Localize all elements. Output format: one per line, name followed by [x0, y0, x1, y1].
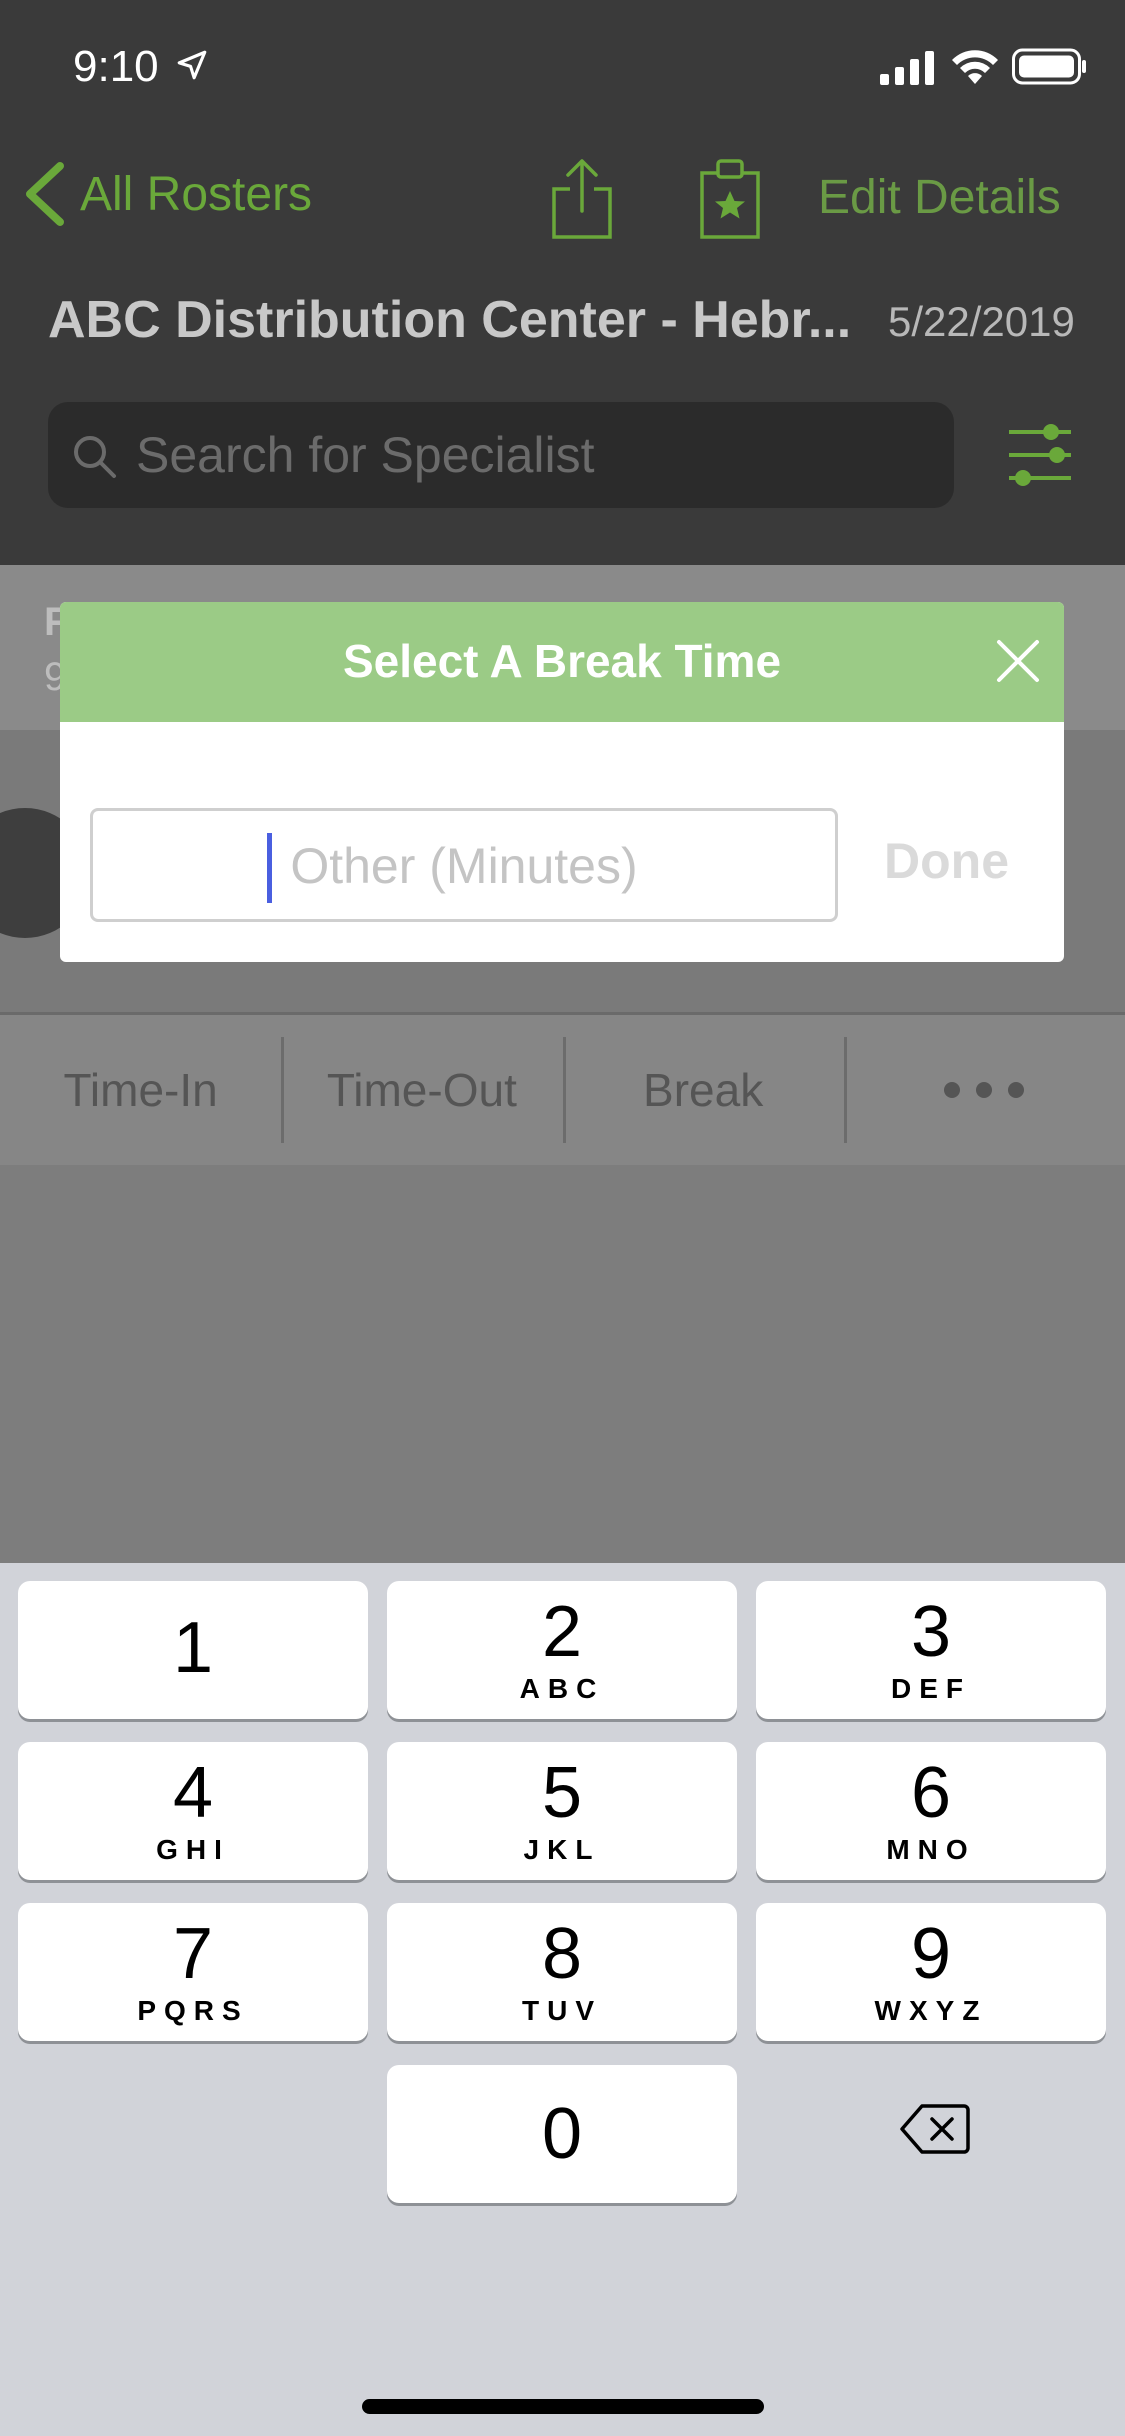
app-header: 9:10 All Rosters Edit Details ABC Distri…: [0, 0, 1125, 565]
clipboard-star-icon[interactable]: [698, 155, 762, 241]
text-caret: [267, 833, 272, 903]
share-icon[interactable]: [550, 155, 614, 241]
home-indicator[interactable]: [362, 2399, 764, 2414]
dot: [976, 1082, 993, 1098]
key-number: 0: [541, 2094, 583, 2174]
key-number: 7: [172, 1914, 214, 1994]
close-icon[interactable]: [995, 638, 1041, 684]
tab-break[interactable]: Break: [562, 1015, 844, 1165]
key-number: 1: [172, 1608, 214, 1688]
signal-icon: [880, 51, 934, 85]
key-letters: DEF: [891, 1673, 971, 1704]
tab-time-out[interactable]: Time-Out: [281, 1015, 562, 1165]
key-7[interactable]: 7 PQRS: [18, 1903, 368, 2041]
key-number: 3: [910, 1592, 952, 1672]
location-arrow-icon: [177, 50, 207, 80]
key-letters: MNO: [886, 1834, 976, 1865]
key-5[interactable]: 5 JKL: [387, 1742, 737, 1880]
wifi-icon: [952, 50, 998, 84]
key-letters: TUV: [522, 1995, 602, 2026]
status-time: 9:10: [73, 42, 159, 91]
numeric-keypad: 1 2 ABC 3 DEF 4 GHI 5 JKL 6 MNO 7 PQRS 8…: [0, 1563, 1125, 2436]
back-button-label: All Rosters: [80, 167, 313, 221]
key-number: 2: [541, 1592, 583, 1672]
key-letters: PQRS: [137, 1995, 249, 2026]
search-input[interactable]: Search for Specialist: [48, 402, 954, 508]
modal-header: Select A Break Time: [60, 602, 1064, 722]
key-8[interactable]: 8 TUV: [387, 1903, 737, 2041]
key-6[interactable]: 6 MNO: [756, 1742, 1106, 1880]
key-9[interactable]: 9 WXYZ: [756, 1903, 1106, 2041]
key-number: 5: [541, 1753, 583, 1833]
backspace-icon[interactable]: [900, 2103, 970, 2155]
search-icon: [74, 436, 116, 478]
roster-title: ABC Distribution Center - Hebr...: [48, 291, 852, 349]
break-time-modal: Select A Break Time Other (Minutes) Done: [60, 602, 1064, 962]
key-4[interactable]: 4 GHI: [18, 1742, 368, 1880]
key-3[interactable]: 3 DEF: [756, 1581, 1106, 1719]
key-0[interactable]: 0: [387, 2065, 737, 2203]
key-letters: ABC: [519, 1673, 605, 1704]
dimmed-overlay: [0, 1165, 1125, 1563]
key-letters: GHI: [156, 1834, 230, 1865]
tab-time-in[interactable]: Time-In: [0, 1015, 281, 1165]
key-2[interactable]: 2 ABC: [387, 1581, 737, 1719]
roster-date: 5/22/2019: [888, 298, 1075, 345]
key-number: 4: [172, 1753, 214, 1833]
edit-details-button[interactable]: Edit Details: [818, 170, 1061, 225]
done-button[interactable]: Done: [884, 832, 1009, 890]
minutes-placeholder: Other (Minutes): [290, 838, 638, 894]
search-placeholder: Search for Specialist: [136, 427, 595, 483]
more-options-icon[interactable]: [843, 1015, 1125, 1165]
key-number: 6: [910, 1753, 952, 1833]
dot: [1008, 1082, 1025, 1098]
key-letters: WXYZ: [874, 1995, 988, 2026]
key-number: 8: [541, 1914, 583, 1994]
key-number: 9: [910, 1914, 952, 1994]
key-letters: JKL: [523, 1834, 601, 1865]
back-button[interactable]: All Rosters: [22, 162, 312, 226]
action-tabs: Time-In Time-Out Break: [0, 1015, 1125, 1165]
key-1[interactable]: 1: [18, 1581, 368, 1719]
minutes-input[interactable]: Other (Minutes): [90, 808, 838, 922]
modal-title: Select A Break Time: [342, 635, 782, 687]
battery-icon: [1012, 48, 1086, 85]
filter-sliders-icon[interactable]: [1005, 420, 1075, 490]
dot: [944, 1082, 961, 1098]
chevron-left-icon: [26, 162, 64, 226]
